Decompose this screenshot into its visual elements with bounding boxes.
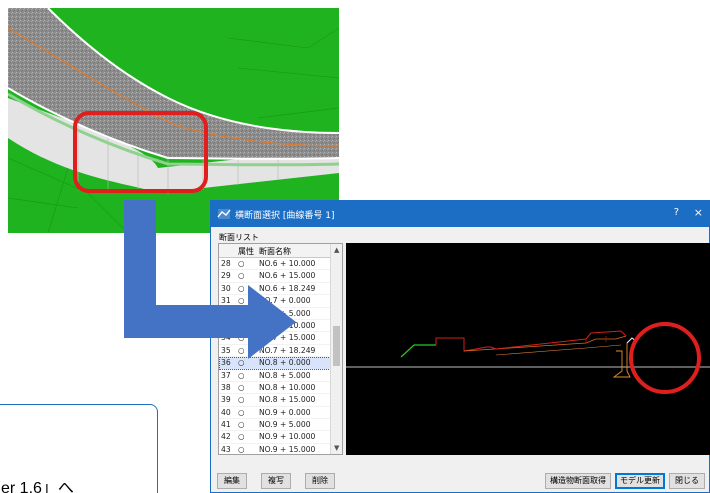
row-name: NO.7 + 18.249 bbox=[259, 345, 316, 355]
row-name: NO.6 + 15.000 bbox=[259, 271, 316, 281]
list-item[interactable]: 36 ○ NO.8 + 0.000 bbox=[219, 357, 331, 370]
list-item[interactable]: 43 ○ NO.9 + 15.000 bbox=[219, 444, 331, 454]
scroll-down-icon[interactable]: ▼ bbox=[334, 444, 339, 452]
row-no: 41 bbox=[221, 420, 231, 430]
row-attr: ○ bbox=[238, 370, 245, 380]
section-list[interactable]: 属性 断面名称 28 ○ NO.6 + 10.000 29 ○ NO.6 + 15.000… bbox=[218, 243, 343, 455]
row-attr: ○ bbox=[238, 358, 245, 368]
list-scrollbar[interactable]: ▲ ▼ bbox=[330, 244, 342, 454]
row-no: 40 bbox=[221, 407, 231, 417]
row-name: NO.6 + 10.000 bbox=[259, 259, 316, 268]
help-button[interactable]: ? bbox=[674, 207, 679, 218]
row-name: NO.6 + 18.249 bbox=[259, 283, 316, 293]
row-name: NO.8 + 15.000 bbox=[259, 395, 316, 405]
get-structure-section-button[interactable]: 構造物断面取得 bbox=[545, 473, 611, 489]
row-attr: ○ bbox=[238, 420, 245, 430]
cross-section-app-icon bbox=[217, 209, 231, 219]
row-no: 39 bbox=[221, 395, 231, 405]
callout-box: er 1.6」へ bbox=[0, 404, 158, 493]
edit-button[interactable]: 編集 bbox=[217, 473, 247, 489]
callout-text: er 1.6」へ bbox=[1, 480, 74, 493]
list-item[interactable]: 41 ○ NO.9 + 5.000 bbox=[219, 419, 331, 432]
scroll-up-icon[interactable]: ▲ bbox=[334, 246, 339, 254]
row-no: 35 bbox=[221, 345, 231, 355]
row-name: NO.8 + 0.000 bbox=[259, 358, 311, 368]
cross-section-dialog: 横断面選択 [曲線番号 1] ? × 断面リスト 属性 断面名称 28 ○ NO.6… bbox=[210, 200, 710, 493]
row-attr: ○ bbox=[238, 395, 245, 405]
list-item[interactable]: 30 ○ NO.6 + 18.249 bbox=[219, 283, 331, 296]
row-no: 29 bbox=[221, 271, 231, 281]
row-name: NO.7 + 15.000 bbox=[259, 333, 316, 343]
row-attr: ○ bbox=[238, 345, 245, 355]
row-attr: ○ bbox=[238, 382, 245, 392]
list-item[interactable]: 40 ○ NO.9 + 0.000 bbox=[219, 407, 331, 420]
column-attr[interactable]: 属性 bbox=[238, 246, 254, 257]
column-name[interactable]: 断面名称 bbox=[259, 246, 291, 257]
row-no: 30 bbox=[221, 283, 231, 293]
row-no: 42 bbox=[221, 432, 231, 442]
dialog-title: 横断面選択 [曲線番号 1] bbox=[235, 211, 335, 221]
row-no: 32 bbox=[221, 308, 231, 318]
close-button[interactable]: 閉じる bbox=[669, 473, 705, 489]
list-item[interactable]: 39 ○ NO.8 + 15.000 bbox=[219, 394, 331, 407]
row-name: NO.8 + 10.000 bbox=[259, 382, 316, 392]
list-item[interactable]: 38 ○ NO.8 + 10.000 bbox=[219, 382, 331, 395]
section-list-label: 断面リスト bbox=[219, 233, 259, 242]
row-attr: ○ bbox=[238, 432, 245, 442]
row-no: 28 bbox=[221, 259, 231, 268]
row-name: NO.9 + 15.000 bbox=[259, 444, 316, 454]
row-attr: ○ bbox=[238, 283, 245, 293]
row-attr: ○ bbox=[238, 333, 245, 343]
row-no: 34 bbox=[221, 333, 231, 343]
list-item[interactable]: 42 ○ NO.9 + 10.000 bbox=[219, 431, 331, 444]
row-name: NO.9 + 0.000 bbox=[259, 407, 311, 417]
row-no: 37 bbox=[221, 370, 231, 380]
list-header: 属性 断面名称 bbox=[219, 244, 331, 258]
list-item[interactable]: 33 ○ NO.7 + 10.000 bbox=[219, 320, 331, 333]
list-item[interactable]: 31 ○ NO.7 + 0.000 bbox=[219, 295, 331, 308]
row-no: 38 bbox=[221, 382, 231, 392]
cross-section-viewer[interactable] bbox=[346, 243, 710, 455]
row-name: NO.7 + 5.000 bbox=[259, 308, 311, 318]
delete-button[interactable]: 削除 bbox=[305, 473, 335, 489]
list-item[interactable]: 37 ○ NO.8 + 5.000 bbox=[219, 370, 331, 382]
row-attr: ○ bbox=[238, 296, 245, 306]
model-update-button[interactable]: モデル更新 bbox=[615, 473, 665, 489]
row-no: 36 bbox=[221, 358, 231, 368]
row-no: 33 bbox=[221, 320, 231, 330]
list-item[interactable]: 28 ○ NO.6 + 10.000 bbox=[219, 258, 331, 271]
row-no: 31 bbox=[221, 296, 231, 306]
list-item[interactable]: 35 ○ NO.7 + 18.249 bbox=[219, 345, 331, 358]
row-name: NO.7 + 0.000 bbox=[259, 296, 311, 306]
scroll-thumb[interactable] bbox=[333, 326, 340, 366]
row-name: NO.9 + 10.000 bbox=[259, 432, 316, 442]
copy-button[interactable]: 複写 bbox=[261, 473, 291, 489]
row-attr: ○ bbox=[238, 320, 245, 330]
row-attr: ○ bbox=[238, 308, 245, 318]
row-name: NO.8 + 5.000 bbox=[259, 370, 311, 380]
row-attr: ○ bbox=[238, 271, 245, 281]
row-name: NO.7 + 10.000 bbox=[259, 320, 316, 330]
row-attr: ○ bbox=[238, 407, 245, 417]
dialog-title-bar: 横断面選択 [曲線番号 1] ? × bbox=[211, 201, 709, 227]
list-item[interactable]: 34 ○ NO.7 + 15.000 bbox=[219, 332, 331, 345]
row-no: 43 bbox=[221, 444, 231, 454]
list-item[interactable]: 32 ○ NO.7 + 5.000 bbox=[219, 308, 331, 320]
list-item[interactable]: 29 ○ NO.6 + 15.000 bbox=[219, 270, 331, 283]
row-attr: ○ bbox=[238, 444, 245, 454]
list-rows: 28 ○ NO.6 + 10.000 29 ○ NO.6 + 15.000 30 ○ NO.6 … bbox=[219, 258, 331, 454]
row-attr: ○ bbox=[238, 259, 245, 268]
row-name: NO.9 + 5.000 bbox=[259, 420, 311, 430]
close-window-button[interactable]: × bbox=[694, 206, 703, 219]
